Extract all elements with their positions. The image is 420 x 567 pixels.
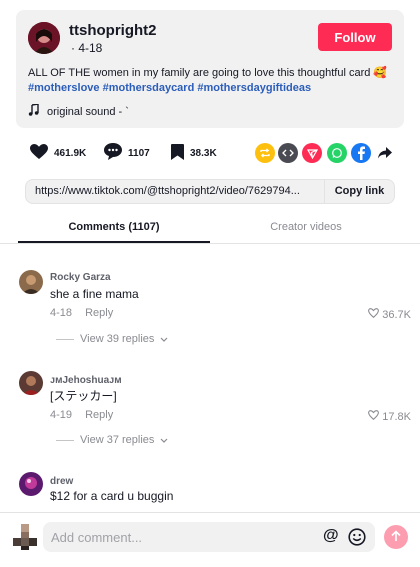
comment-button[interactable]: 1107 bbox=[104, 141, 150, 165]
heart-icon bbox=[30, 143, 48, 163]
tab-creator-videos[interactable]: Creator videos bbox=[210, 212, 402, 243]
tab-comments[interactable]: Comments (1107) bbox=[18, 212, 210, 243]
commenter-avatar[interactable] bbox=[19, 371, 43, 395]
like-button[interactable]: 461.9K bbox=[30, 141, 86, 165]
author-avatar[interactable] bbox=[28, 22, 60, 54]
like-count: 461.9K bbox=[54, 147, 87, 159]
comment-date: 4-18 bbox=[50, 307, 73, 319]
post-card: ttshopright2 · 4-18 Follow ALL OF THE wo… bbox=[16, 10, 404, 128]
music-note-icon bbox=[28, 103, 39, 119]
commenter-avatar[interactable] bbox=[19, 472, 43, 496]
chevron-down-icon bbox=[160, 333, 168, 345]
comment-username[interactable]: ᴊᴍJehoshuaᴊᴍ bbox=[50, 375, 122, 386]
emoji-icon[interactable] bbox=[348, 528, 366, 551]
post-date: · 4-18 bbox=[71, 41, 103, 55]
follow-button[interactable]: Follow bbox=[318, 23, 392, 51]
commenter-avatar[interactable] bbox=[19, 270, 43, 294]
comment-meta: 4-18 Reply bbox=[50, 307, 113, 319]
share-arrow-icon[interactable] bbox=[375, 143, 395, 163]
bookmark-icon bbox=[171, 143, 184, 163]
view-replies-button[interactable]: View 39 replies bbox=[56, 333, 168, 345]
save-button[interactable]: 38.3K bbox=[171, 141, 217, 165]
caption: ALL OF THE women in my family are going … bbox=[28, 66, 398, 96]
comment-text: $12 for a card u buggin bbox=[50, 489, 174, 503]
chevron-down-icon bbox=[160, 434, 168, 446]
comment-meta: 4-19 Reply bbox=[50, 409, 113, 421]
view-replies-label: View 39 replies bbox=[80, 333, 155, 345]
hashtag[interactable]: #mothersdaycard bbox=[103, 82, 195, 94]
author-name[interactable]: ttshopright2 bbox=[69, 22, 157, 39]
tab-bar: Comments (1107) Creator videos bbox=[0, 212, 420, 244]
comment-composer: @ bbox=[0, 512, 420, 567]
comment-count: 1107 bbox=[128, 147, 150, 159]
comment-username[interactable]: Rocky Garza bbox=[50, 272, 111, 283]
view-replies-button[interactable]: View 37 replies bbox=[56, 434, 168, 446]
mention-icon[interactable]: @ bbox=[323, 527, 339, 545]
embed-icon[interactable] bbox=[278, 143, 298, 163]
heart-outline-icon bbox=[368, 308, 380, 321]
comment-bubble-icon bbox=[104, 143, 122, 163]
hashtag[interactable]: #motherslove bbox=[28, 82, 100, 94]
arrow-up-icon bbox=[391, 529, 401, 545]
comment-date: 4-19 bbox=[50, 409, 73, 421]
hashtag[interactable]: #mothersdaygiftideas bbox=[197, 82, 311, 94]
comment-like-count: 17.8K bbox=[382, 410, 411, 423]
comment-username[interactable]: drew bbox=[50, 476, 73, 487]
copy-link-button[interactable]: Copy link bbox=[324, 180, 394, 203]
repost-icon[interactable] bbox=[255, 143, 275, 163]
reply-button[interactable]: Reply bbox=[85, 307, 113, 319]
comment-like-button[interactable]: 36.7K bbox=[368, 308, 411, 321]
facebook-icon[interactable] bbox=[351, 143, 371, 163]
comment-text: she a fine mama bbox=[50, 287, 139, 301]
comment-like-count: 36.7K bbox=[382, 308, 411, 321]
post-comment-button[interactable] bbox=[384, 525, 408, 549]
my-avatar bbox=[12, 524, 38, 550]
comment-like-button[interactable]: 17.8K bbox=[368, 410, 411, 423]
action-bar: 461.9K 1107 38.3K bbox=[26, 141, 396, 165]
sound-name: original sound - ` bbox=[47, 105, 129, 118]
sound-link[interactable]: original sound - ` bbox=[28, 103, 129, 119]
whatsapp-icon[interactable] bbox=[327, 143, 347, 163]
send-icon[interactable] bbox=[302, 143, 322, 163]
view-replies-label: View 37 replies bbox=[80, 434, 155, 446]
caption-text: ALL OF THE women in my family are going … bbox=[28, 67, 388, 79]
comment-text: [ステッカー] bbox=[50, 389, 117, 403]
heart-outline-icon bbox=[368, 410, 380, 423]
link-box: https://www.tiktok.com/@ttshopright2/vid… bbox=[25, 179, 395, 204]
save-count: 38.3K bbox=[190, 147, 217, 159]
reply-button[interactable]: Reply bbox=[85, 409, 113, 421]
video-url[interactable]: https://www.tiktok.com/@ttshopright2/vid… bbox=[35, 185, 310, 197]
